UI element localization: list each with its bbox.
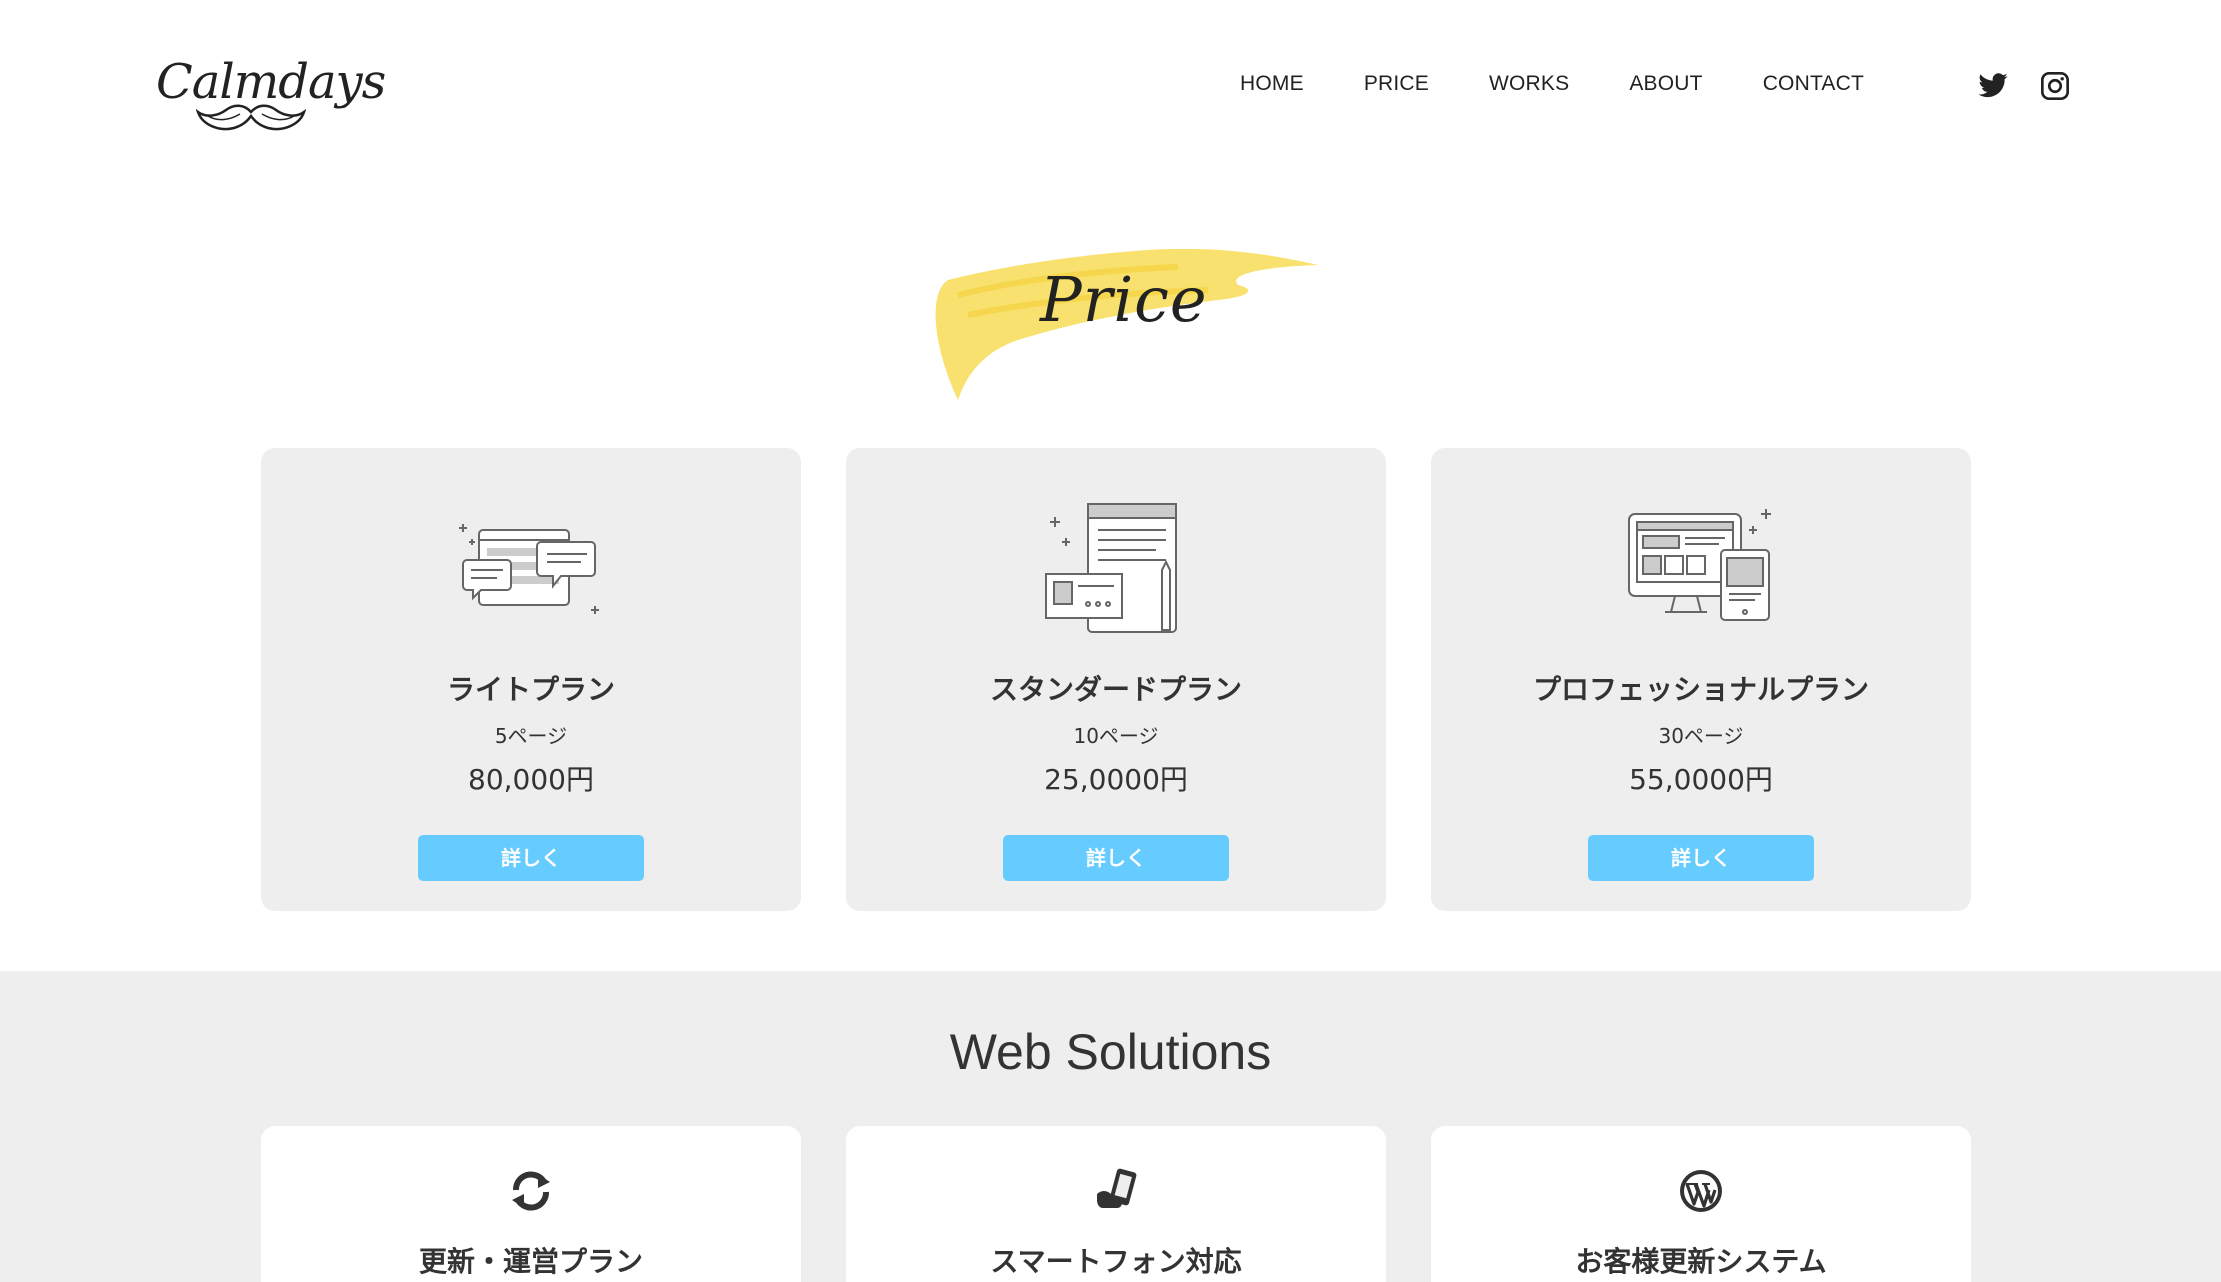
document-pencil-illustration [1045, 503, 1177, 633]
plan-card-professional: プロフェッショナルプラン 30ページ 55,0000円 詳しく [1431, 448, 1971, 911]
social-links [1977, 70, 2071, 102]
price-cards: ライトプラン 5ページ 80,000円 詳しく スタンダードプラン 10ページ … [261, 448, 1971, 911]
nav-contact[interactable]: CONTACT [1763, 72, 1864, 104]
logo[interactable]: Calmdays [156, 52, 386, 136]
details-button[interactable]: 詳しく [1588, 835, 1814, 881]
main-nav: HOME PRICE WORKS ABOUT CONTACT [1240, 72, 1924, 104]
plan-pages: 10ページ [1073, 724, 1159, 748]
plan-name: ライトプラン [446, 673, 615, 706]
solution-card-smartphone: スマートフォン対応 [846, 1126, 1386, 1282]
smartphone-icon [1097, 1168, 1137, 1208]
solution-card-maintenance: 更新・運営プラン [261, 1126, 801, 1282]
plan-price: 55,0000円 [1629, 763, 1773, 796]
site-header: Calmdays HOME PRICE WORKS ABOUT CONTACT [0, 0, 2221, 175]
plan-price: 80,000円 [468, 763, 594, 796]
instagram-icon[interactable] [2039, 70, 2071, 102]
solution-name: 更新・運営プラン [418, 1245, 643, 1278]
solutions-title: Web Solutions [949, 1024, 1272, 1080]
details-button[interactable]: 詳しく [418, 835, 644, 881]
nav-price[interactable]: PRICE [1364, 72, 1429, 104]
plan-name: スタンダードプラン [989, 673, 1242, 706]
twitter-icon[interactable] [1977, 70, 2009, 102]
plan-card-light: ライトプラン 5ページ 80,000円 詳しく [261, 448, 801, 911]
web-solutions-section: Web Solutions 更新・運営プラン スマートフォン対応 お客様更新シス… [0, 971, 2221, 1282]
chat-window-illustration [459, 524, 599, 614]
details-button[interactable]: 詳しく [1003, 835, 1229, 881]
plan-card-standard: スタンダードプラン 10ページ 25,0000円 詳しく [846, 448, 1386, 911]
solution-card-cms: お客様更新システム [1431, 1126, 1971, 1282]
wordpress-icon [1680, 1170, 1722, 1212]
solution-name: お客様更新システム [1575, 1245, 1827, 1278]
price-heading: Price [928, 235, 1328, 405]
nav-about[interactable]: ABOUT [1629, 72, 1702, 104]
plan-name: プロフェッショナルプラン [1532, 673, 1869, 706]
nav-works[interactable]: WORKS [1489, 72, 1569, 104]
plan-pages: 5ページ [494, 724, 568, 748]
devices-illustration [1628, 509, 1771, 621]
solution-name: スマートフォン対応 [990, 1245, 1242, 1278]
nav-home[interactable]: HOME [1240, 72, 1304, 104]
plan-price: 25,0000円 [1044, 763, 1188, 796]
price-title: Price [1040, 263, 1208, 336]
mustache-icon [196, 104, 306, 131]
plan-pages: 30ページ [1658, 724, 1744, 748]
refresh-icon [512, 1171, 550, 1211]
